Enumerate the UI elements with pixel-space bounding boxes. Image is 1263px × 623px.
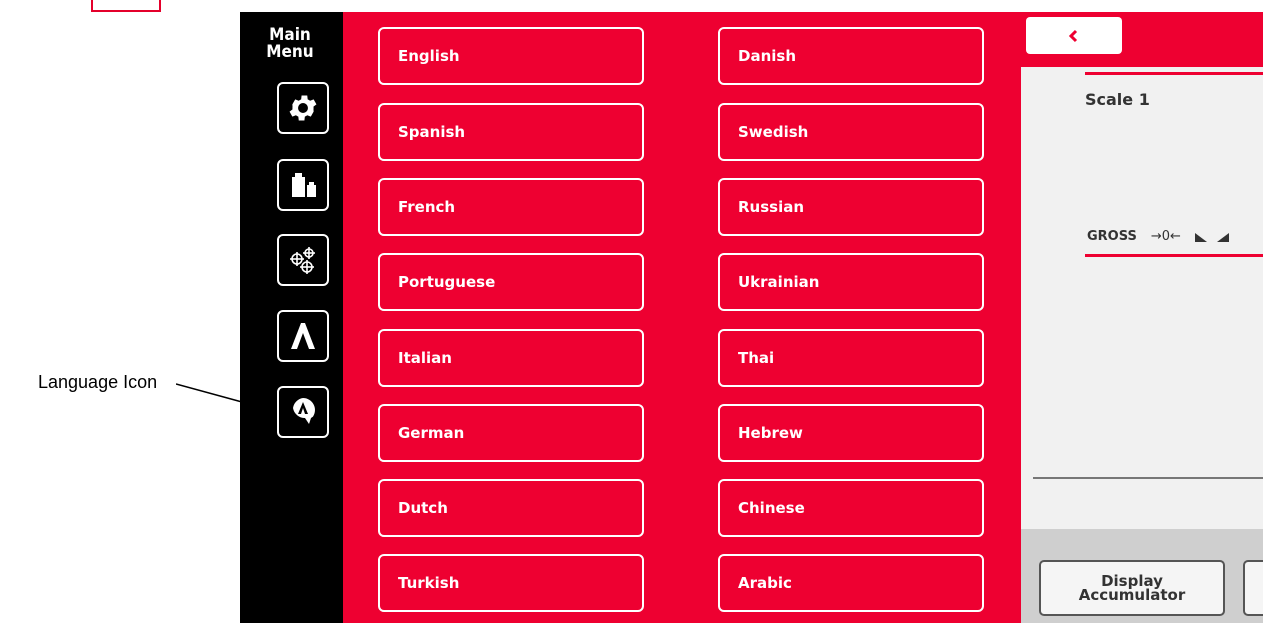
language-button-swedish[interactable]: Swedish xyxy=(718,103,984,161)
language-button-russian[interactable]: Russian xyxy=(718,178,984,236)
weights-icon xyxy=(292,173,316,197)
language-selection-panel: English Spanish French Portuguese Italia… xyxy=(343,12,1021,623)
gross-label: GROSS xyxy=(1087,229,1137,244)
display-accumulator-button[interactable]: Display Accumulator xyxy=(1039,560,1225,616)
red-divider-bottom xyxy=(1085,254,1263,257)
weights-button[interactable] xyxy=(277,159,329,211)
scale-display: Scale 1 GROSS →0← xyxy=(1021,67,1263,529)
callout-label: Language Icon xyxy=(38,372,158,392)
red-divider-top xyxy=(1085,72,1263,75)
calibration-targets-icon xyxy=(290,247,315,274)
language-button-ukrainian[interactable]: Ukrainian xyxy=(718,253,984,311)
language-icon xyxy=(293,398,315,424)
settings-button[interactable] xyxy=(277,82,329,134)
chevron-left-icon xyxy=(1068,29,1078,42)
gear-icon xyxy=(289,95,317,121)
language-button[interactable] xyxy=(277,386,329,438)
main-menu-sidebar: Main Menu xyxy=(240,12,343,623)
scale-panel: Scale 1 GROSS →0← Display Accumulator xyxy=(1021,12,1263,623)
language-button-danish[interactable]: Danish xyxy=(718,27,984,85)
language-button-hebrew[interactable]: Hebrew xyxy=(718,404,984,462)
language-button-dutch[interactable]: Dutch xyxy=(378,479,644,537)
center-zero-indicator: →0← xyxy=(1150,229,1181,244)
calibration-button[interactable] xyxy=(277,234,329,286)
scale-panel-header xyxy=(1021,12,1263,67)
status-row: GROSS →0← xyxy=(1087,229,1235,244)
tilt-icon xyxy=(291,323,315,349)
motion-indicator-icon xyxy=(1194,232,1229,242)
language-button-portuguese[interactable]: Portuguese xyxy=(378,253,644,311)
language-button-english[interactable]: English xyxy=(378,27,644,85)
language-button-arabic[interactable]: Arabic xyxy=(718,554,984,612)
language-button-italian[interactable]: Italian xyxy=(378,329,644,387)
language-button-thai[interactable]: Thai xyxy=(718,329,984,387)
scale-title: Scale 1 xyxy=(1085,90,1150,109)
language-button-turkish[interactable]: Turkish xyxy=(378,554,644,612)
language-button-french[interactable]: French xyxy=(378,178,644,236)
tilt-button[interactable] xyxy=(277,310,329,362)
language-button-chinese[interactable]: Chinese xyxy=(718,479,984,537)
gray-divider xyxy=(1033,477,1263,479)
language-button-spanish[interactable]: Spanish xyxy=(378,103,644,161)
language-button-german[interactable]: German xyxy=(378,404,644,462)
top-red-box-fragment xyxy=(91,0,161,12)
scale-panel-footer: Display Accumulator xyxy=(1021,529,1263,623)
back-button[interactable] xyxy=(1026,17,1122,54)
main-menu-title: Main Menu xyxy=(266,25,314,62)
footer-button-2[interactable] xyxy=(1243,560,1263,616)
